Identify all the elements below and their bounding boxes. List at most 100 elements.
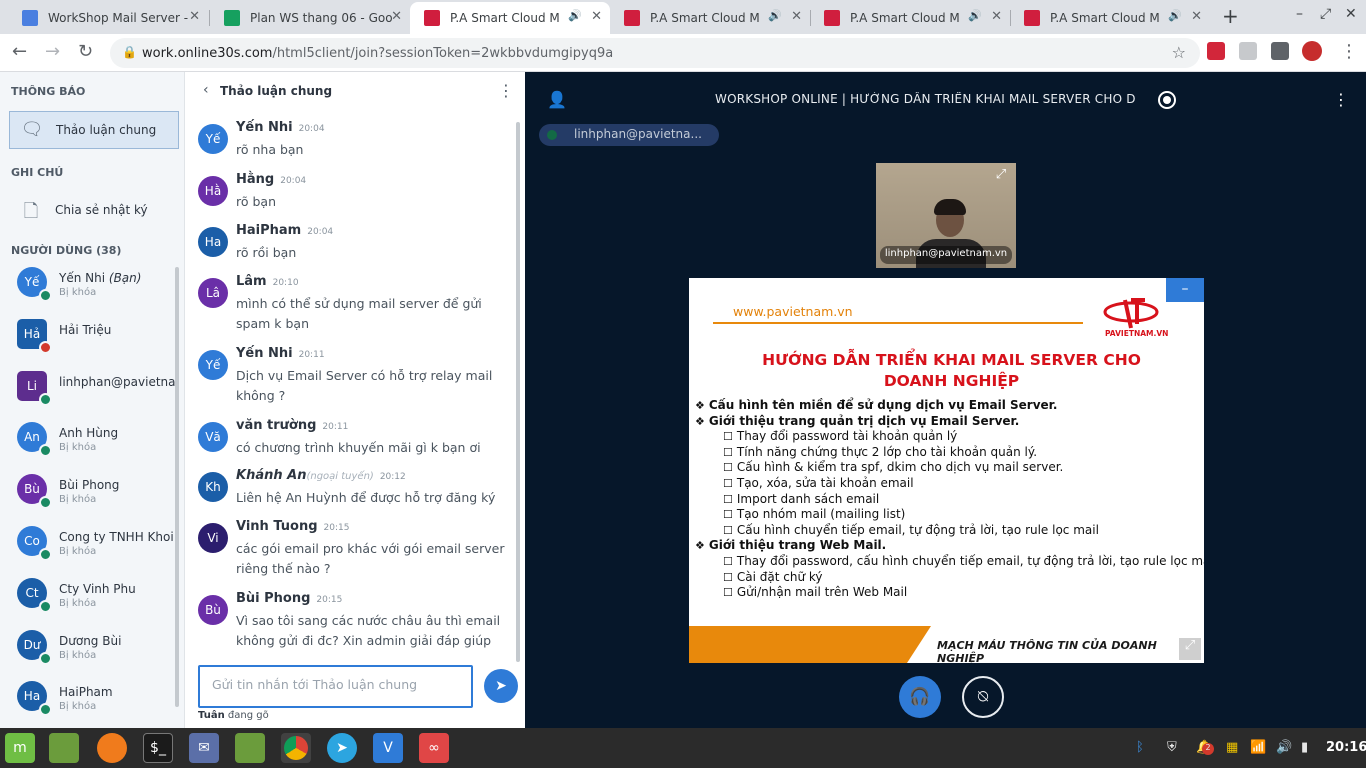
message-time: 20:04 <box>298 124 325 134</box>
close-tab-icon[interactable]: ✕ <box>1191 9 1202 24</box>
wifi-icon[interactable]: 📶 <box>1250 740 1266 755</box>
slide-sub-bullet: Cấu hình chuyển tiếp email, tự động trả … <box>695 523 1200 539</box>
telegram-icon[interactable]: ➤ <box>327 733 357 763</box>
chat-message-input[interactable]: Gửi tin nhắn tới Thảo luận chung <box>198 665 473 708</box>
new-tab-button[interactable]: + <box>1222 4 1239 28</box>
slide-sub-bullet: Cài đặt chữ ký <box>695 570 1200 586</box>
url-text[interactable]: work.online30s.com/html5client/join?sess… <box>142 46 613 61</box>
reload-icon[interactable]: ↻ <box>78 41 93 62</box>
mail-icon[interactable]: ✉ <box>189 733 219 763</box>
message-sender: Lâm 20:10 <box>236 274 299 289</box>
close-tab-icon[interactable]: ✕ <box>591 9 602 24</box>
send-message-button[interactable]: ➤ <box>484 669 518 703</box>
more-options-icon[interactable]: ⋮ <box>498 81 514 100</box>
speaker-icon[interactable]: 🔊 <box>1168 9 1182 22</box>
firefox-icon[interactable] <box>97 733 127 763</box>
browser-tab[interactable]: P.A Smart Cloud M 🔊 ✕ <box>1010 2 1210 34</box>
app-grid-icon[interactable]: ▦ <box>1226 740 1238 755</box>
user-locked-status: Bị khóa <box>59 597 97 609</box>
mint-menu-icon[interactable]: m <box>5 733 35 763</box>
message-time: 20:04 <box>280 176 307 186</box>
user-list-scrollbar[interactable] <box>175 267 179 707</box>
user-list-item[interactable]: Yế Yến Nhi (Bạn) Bị khóa <box>17 267 177 311</box>
lock-icon[interactable]: 🔒 <box>122 45 137 59</box>
battery-icon[interactable]: ▮ <box>1301 740 1308 755</box>
forward-arrow-icon[interactable]: → <box>45 41 60 62</box>
close-window-button[interactable]: ✕ <box>1345 6 1357 22</box>
close-tab-icon[interactable]: ✕ <box>791 9 802 24</box>
slide-bullets: Cấu hình tên miền để sử dụng dịch vụ Ema… <box>695 398 1204 601</box>
close-tab-icon[interactable]: ✕ <box>991 9 1002 24</box>
shield-icon[interactable]: ⛨ <box>1167 740 1177 755</box>
webcam-video[interactable]: ⤢ linhphan@pavietnam.vn <box>876 163 1016 268</box>
user-list-item[interactable]: Ct Cty Vinh Phu Bị khóa <box>17 577 177 622</box>
message-sender: HaiPham 20:04 <box>236 223 334 238</box>
chrome-icon[interactable] <box>281 733 311 763</box>
user-list-item[interactable]: Co Cong ty TNHH Khoi ... Bị khóa <box>17 526 177 570</box>
minimize-window-button[interactable]: – <box>1296 6 1303 22</box>
speaker-icon[interactable]: 🔊 <box>568 9 582 22</box>
user-list-item[interactable]: Dư Dương Bùi Bị khóa <box>17 629 177 674</box>
browser-tab-active[interactable]: P.A Smart Cloud M 🔊 ✕ <box>410 2 610 34</box>
user-list-toggle-icon[interactable]: 👤 <box>547 90 567 109</box>
browser-tab[interactable]: P.A Smart Cloud M 🔊 ✕ <box>610 2 810 34</box>
notification-count: 2 <box>1202 743 1214 755</box>
video-off-button[interactable]: ⍉ <box>962 676 1004 718</box>
presentation-slide: www.pavietnam.vn PAVIETNAM.VN – HƯỚNG DẪ… <box>689 278 1204 663</box>
left-navigation: THÔNG BÁO 🗨 Thảo luận chung GHI CHÚ 🗋 Ch… <box>0 72 185 728</box>
chevron-left-icon[interactable]: ‹ <box>203 82 209 98</box>
user-list-item[interactable]: Hả Hải Triệu <box>17 318 177 363</box>
address-bar[interactable]: 🔒 work.online30s.com/html5client/join?se… <box>110 38 1200 68</box>
message-text: rõ nha bạn <box>236 142 304 157</box>
chat-title[interactable]: Thảo luận chung <box>220 84 332 98</box>
user-list-item[interactable]: Ha HaiPham Bị khóa <box>17 681 177 725</box>
avatar: Kh <box>198 472 228 502</box>
message-time: 20:11 <box>298 350 325 360</box>
webcam-person-hair <box>934 199 966 215</box>
profile-avatar-icon[interactable] <box>1302 41 1322 61</box>
audio-headphones-button[interactable]: 🎧 <box>899 676 941 718</box>
bluetooth-icon[interactable]: ᛒ <box>1136 740 1144 755</box>
user-list-item[interactable]: An Anh Hùng Bị khóa <box>17 422 177 466</box>
user-list-item[interactable]: Li linhphan@pavietna... <box>17 370 177 415</box>
fullscreen-icon[interactable]: ⤢ <box>992 167 1010 185</box>
recording-indicator-icon[interactable] <box>1158 91 1176 109</box>
message-sender: văn trường 20:11 <box>236 418 349 433</box>
terminal-icon[interactable]: $_ <box>143 733 173 763</box>
browser-tab[interactable]: WorkShop Mail Server - ✕ <box>8 2 208 34</box>
close-tab-icon[interactable]: ✕ <box>189 9 200 24</box>
browser-tab[interactable]: Plan WS thang 06 - Goo ✕ <box>210 2 410 34</box>
speaker-icon[interactable]: 🔊 <box>768 9 782 22</box>
maximize-window-button[interactable]: ⤢ <box>1320 6 1331 22</box>
puzzle-extensions-icon[interactable] <box>1271 42 1289 60</box>
public-chat-item[interactable]: 🗨 Thảo luận chung <box>9 111 179 149</box>
show-desktop-icon[interactable] <box>49 733 79 763</box>
files-folder-icon[interactable] <box>235 733 265 763</box>
vscode-icon[interactable]: V <box>373 733 403 763</box>
camera-extension-icon[interactable] <box>1239 42 1257 60</box>
notification-bell-icon[interactable]: 🔔2 <box>1196 740 1214 755</box>
volume-icon[interactable]: 🔊 <box>1276 740 1292 755</box>
speaker-icon[interactable]: 🔊 <box>968 9 982 22</box>
glasses-app-icon[interactable]: ∞ <box>419 733 449 763</box>
close-tab-icon[interactable]: ✕ <box>391 9 402 24</box>
extension-red-icon[interactable] <box>1207 42 1225 60</box>
slide-main-bullet: Giới thiệu trang quản trị dịch vụ Email … <box>695 414 1200 430</box>
user-status-badge <box>39 444 52 458</box>
fullscreen-icon[interactable]: ⤢ <box>1179 638 1201 660</box>
bookmark-star-icon[interactable]: ☆ <box>1172 43 1186 62</box>
options-menu-icon[interactable]: ⋮ <box>1333 90 1349 109</box>
slide-sub-bullet: Import danh sách email <box>695 492 1200 508</box>
notifications-heading: THÔNG BÁO <box>11 85 86 98</box>
tab-title: WorkShop Mail Server - <box>48 11 189 25</box>
user-list-item[interactable]: Bù Bùi Phong Bị khóa <box>17 474 177 518</box>
browser-tab[interactable]: P.A Smart Cloud M 🔊 ✕ <box>810 2 1010 34</box>
chat-scrollbar[interactable] <box>516 122 520 662</box>
chrome-menu-icon[interactable]: ⋮ <box>1340 41 1358 62</box>
shared-notes-item[interactable]: 🗋 Chia sẻ nhật ký <box>9 191 179 229</box>
back-arrow-icon[interactable]: ← <box>12 41 27 62</box>
clock[interactable]: 20:16 <box>1326 740 1366 755</box>
message-text: Dịch vụ Email Server có hỗ trợ relay mai… <box>236 368 493 403</box>
slide-sub-bullet: Tạo nhóm mail (mailing list) <box>695 507 1200 523</box>
minimize-presentation-button[interactable]: – <box>1166 278 1204 302</box>
